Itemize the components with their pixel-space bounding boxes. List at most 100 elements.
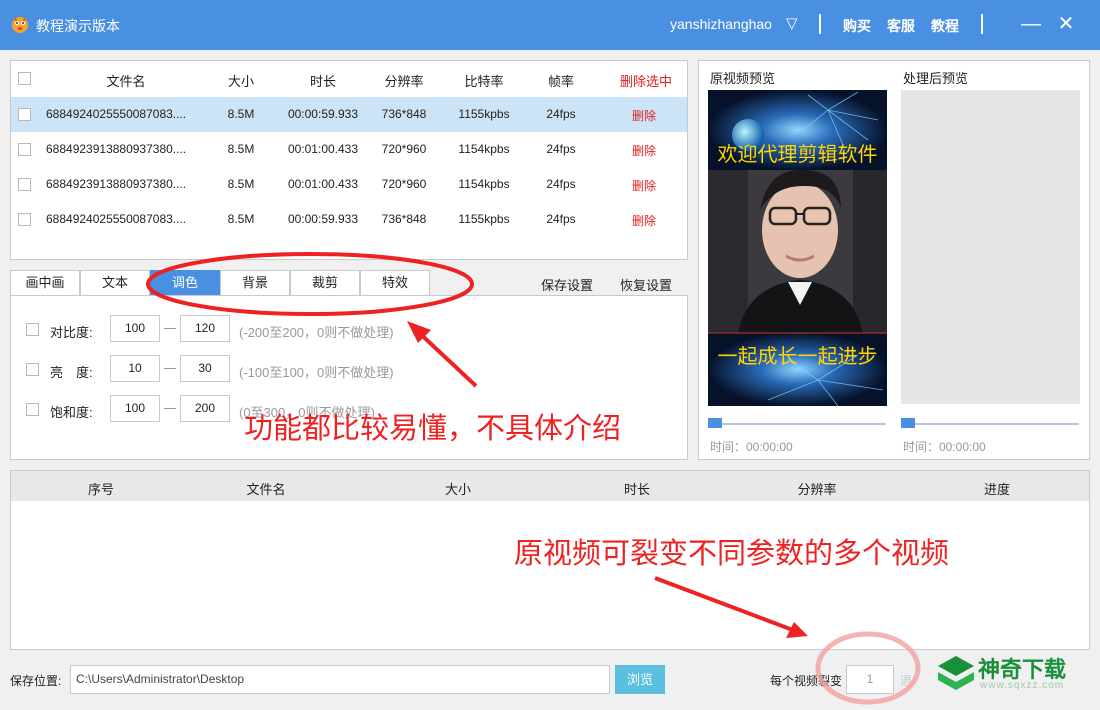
table-header: 序号 文件名 大小 时长 分辨率 进度: [11, 471, 1089, 501]
col-header-size: 大小: [227, 74, 254, 89]
cell-size: 8.5M: [227, 107, 255, 121]
contrast-checkbox[interactable]: [26, 323, 39, 336]
cell-filename: 6884923913880937380....: [46, 142, 187, 156]
input-file-table: 文件名 大小 时长 分辨率 比特率 帧率 删除选中 68849240255500…: [10, 60, 688, 260]
cell-duration: 00:01:00.433: [287, 177, 359, 191]
saturation-min-input[interactable]: 100: [110, 395, 160, 422]
range-dash: [164, 368, 176, 369]
range-dash: [164, 408, 176, 409]
buy-link[interactable]: 购买: [843, 16, 871, 36]
processed-seek-slider[interactable]: [901, 418, 1079, 428]
minimize-button[interactable]: —: [1017, 10, 1045, 38]
cell-bitrate: 1154kpbs: [458, 142, 510, 156]
delete-row-button[interactable]: 删除: [609, 177, 679, 194]
faded-label: 退: [900, 674, 913, 688]
cell-filename: 6884923913880937380....: [46, 177, 187, 191]
saturation-checkbox[interactable]: [26, 403, 39, 416]
original-video-preview[interactable]: 欢迎代理剪辑软件 一起成长一起进步: [708, 90, 887, 406]
row-checkbox[interactable]: [18, 213, 31, 226]
restore-settings-button[interactable]: 恢复设置: [620, 275, 672, 294]
cell-filename: 6884924025550087083....: [46, 212, 187, 226]
contrast-hint: (-200至200，0则不做处理): [239, 325, 394, 340]
cell-resolution: 720*960: [381, 142, 427, 156]
contrast-max-input[interactable]: 120: [180, 315, 230, 342]
col-header-bitrate: 比特率: [464, 74, 504, 89]
row-checkbox[interactable]: [18, 143, 31, 156]
col-header-resolution: 分辨率: [797, 482, 837, 497]
cell-resolution: 720*960: [381, 177, 427, 191]
col-header-duration: 时长: [309, 74, 336, 89]
tab-text[interactable]: 文本: [80, 270, 150, 296]
delete-row-button[interactable]: 删除: [609, 142, 679, 159]
brightness-min-input[interactable]: 10: [110, 355, 160, 382]
col-header-filename: 文件名: [106, 74, 146, 89]
col-header-filename: 文件名: [246, 482, 286, 497]
titlebar-divider: [981, 14, 983, 34]
seek-handle[interactable]: [708, 418, 722, 428]
original-seek-slider[interactable]: [708, 418, 886, 428]
settings-tabs: 画中画 文本 调色 背景 裁剪 特效 保存设置 恢复设置: [10, 270, 688, 296]
cell-bitrate: 1154kpbs: [458, 177, 510, 191]
tab-pip[interactable]: 画中画: [10, 270, 80, 296]
support-link[interactable]: 客服: [887, 16, 915, 36]
row-checkbox[interactable]: [18, 108, 31, 121]
tab-color[interactable]: 调色: [150, 270, 220, 296]
cell-filename: 6884924025550087083....: [46, 107, 187, 121]
save-settings-button[interactable]: 保存设置: [541, 275, 593, 294]
seek-handle[interactable]: [901, 418, 915, 428]
col-header-fps: 帧率: [547, 74, 574, 89]
split-count-input[interactable]: 1: [846, 665, 894, 694]
select-all-checkbox[interactable]: [18, 72, 31, 85]
tab-background[interactable]: 背景: [220, 270, 290, 296]
original-time-readout: 时间：00:00:00: [710, 440, 793, 454]
contrast-min-input[interactable]: 100: [110, 315, 160, 342]
contrast-row: 对比度: 100 120 (-200至200，0则不做处理): [11, 315, 687, 345]
table-row[interactable]: 6884923913880937380.... 8.5M 00:01:00.433 7…: [11, 167, 687, 202]
table-row[interactable]: 6884924025550087083.... 8.5M 00:00:59.933 7…: [11, 202, 687, 237]
table-row[interactable]: 6884924025550087083.... 8.5M 00:00:59.933 7…: [11, 97, 687, 132]
saturation-label: 饱和度:: [50, 405, 93, 420]
tab-effects[interactable]: 特效: [360, 270, 430, 296]
browse-button[interactable]: 浏览: [615, 665, 665, 694]
delete-selected-button[interactable]: 删除选中: [609, 71, 683, 90]
cell-duration: 00:00:59.933: [287, 107, 359, 121]
save-location-label: 保存位置:: [10, 674, 62, 688]
save-path-input[interactable]: C:\Users\Administrator\Desktop: [70, 665, 610, 694]
chevron-down-icon[interactable]: ▽: [786, 14, 798, 32]
tab-crop[interactable]: 裁剪: [290, 270, 360, 296]
tutorial-link[interactable]: 教程: [931, 16, 959, 36]
delete-row-button[interactable]: 删除: [609, 107, 679, 124]
col-header-size: 大小: [444, 482, 471, 497]
cell-duration: 00:01:00.433: [287, 142, 359, 156]
delete-row-button[interactable]: 删除: [609, 212, 679, 229]
brightness-row: 亮 度: 10 30 (-100至100，0则不做处理): [11, 355, 687, 385]
annotation-text-split: 原视频可裂变不同参数的多个视频: [514, 536, 950, 570]
close-button[interactable]: ✕: [1052, 10, 1080, 38]
user-account-name[interactable]: yanshizhanghao: [670, 16, 772, 32]
row-checkbox[interactable]: [18, 178, 31, 191]
table-row[interactable]: 6884923913880937380.... 8.5M 00:01:00.433 7…: [11, 132, 687, 167]
app-title: 教程演示版本: [36, 18, 120, 34]
brightness-max-input[interactable]: 30: [180, 355, 230, 382]
titlebar-divider: [819, 14, 821, 34]
brightness-checkbox[interactable]: [26, 363, 39, 376]
contrast-label: 对比度:: [50, 325, 93, 340]
watermark-url: www.sqxzz.com: [980, 680, 1065, 691]
cell-bitrate: 1155kpbs: [458, 212, 510, 226]
title-bar: 教程演示版本 yanshizhanghao ▽ 购买 客服 教程 — ✕: [0, 0, 1100, 50]
watermark: 神奇下载 www.sqxzz.com: [930, 650, 1095, 700]
cell-duration: 00:00:59.933: [287, 212, 359, 226]
processed-video-preview[interactable]: [901, 90, 1080, 404]
processed-time-readout: 时间：00:00:00: [903, 440, 986, 454]
table-header: 文件名 大小 时长 分辨率 比特率 帧率 删除选中: [11, 61, 687, 97]
app-logo-icon: [12, 17, 28, 33]
preview-panel: 原视频预览 处理后预览 欢迎代理剪辑软件 一起成长一起进步 时间：00:00:0…: [698, 60, 1090, 460]
annotation-text-features: 功能都比较易懂，不具体介绍: [244, 411, 622, 445]
col-header-progress: 进度: [983, 482, 1010, 497]
col-header-duration: 时长: [623, 482, 650, 497]
cell-fps: 24fps: [546, 177, 576, 191]
brightness-hint: (-100至100，0则不做处理): [239, 365, 394, 380]
cell-fps: 24fps: [546, 212, 576, 226]
range-dash: [164, 328, 176, 329]
saturation-max-input[interactable]: 200: [180, 395, 230, 422]
